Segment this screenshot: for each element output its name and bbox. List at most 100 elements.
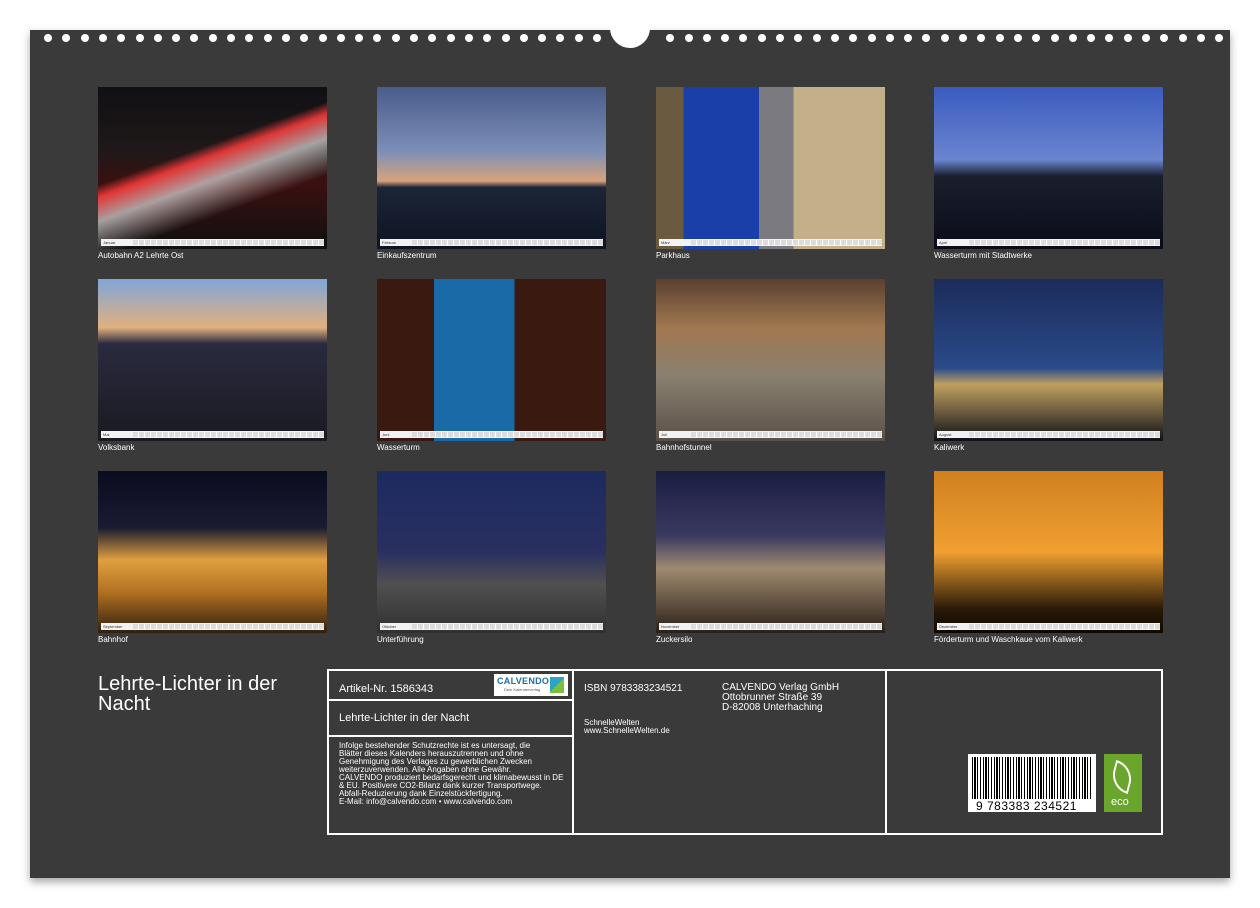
month-caption: Wasserturm — [377, 443, 420, 452]
month-caption: Kaliwerk — [934, 443, 965, 452]
binding-hole — [849, 34, 858, 42]
binding-hole — [1178, 34, 1187, 42]
binding-hole — [300, 34, 309, 42]
month-thumbnail: September — [98, 471, 327, 633]
eco-label: eco — [1111, 796, 1129, 808]
month-caption: Bahnhof — [98, 635, 128, 644]
logo-subtitle: Dein Kalenderverlag — [504, 687, 541, 692]
isbn: ISBN 9783383234521 — [584, 683, 683, 694]
binding-hole — [794, 34, 803, 42]
binding-hole — [208, 34, 217, 42]
strip-month: Februar — [382, 240, 397, 245]
month-thumbnail: Juni — [377, 279, 606, 441]
author-website: www.SchnelleWelten.de — [584, 726, 670, 735]
binding-hole — [1196, 34, 1205, 42]
info-title: Lehrte-Lichter in der Nacht — [339, 712, 470, 724]
month-thumbnail: Juli — [656, 279, 885, 441]
leaf-icon — [1108, 759, 1136, 795]
binding-hole — [538, 34, 547, 42]
strip-month: Juli — [661, 432, 668, 437]
month-thumbnail: Dezember — [934, 471, 1163, 633]
strip-month: März — [661, 240, 670, 245]
strip-month: Januar — [103, 240, 116, 245]
calendar-strip: März — [659, 239, 882, 246]
calendar-strip: Januar — [101, 239, 324, 246]
binding-hole — [44, 34, 52, 42]
strip-month: April — [939, 240, 948, 245]
binding-hole — [995, 34, 1004, 42]
calendar-strip: Dezember — [937, 623, 1160, 630]
binding-hole — [464, 34, 473, 42]
month-caption: Unterführung — [377, 635, 424, 644]
binding-hole — [355, 34, 364, 42]
month-caption: Zuckersilo — [656, 635, 693, 644]
binding-hole — [373, 34, 382, 42]
binding-hole — [885, 34, 894, 42]
calendar-strip: November — [659, 623, 882, 630]
binding-hole — [739, 34, 748, 42]
month-caption: Förderturm und Waschkaue vom Kaliwerk — [934, 635, 1083, 644]
binding-hole — [281, 34, 290, 42]
binding-hole — [1013, 34, 1022, 42]
strip-month: Oktober — [382, 624, 397, 629]
strip-month: Mai — [103, 432, 110, 437]
binding-hole — [1050, 34, 1059, 42]
month-caption: Einkaufszentrum — [377, 251, 437, 260]
binding-hole — [135, 34, 144, 42]
calendar-strip: Mai — [101, 431, 324, 438]
binding-hole — [977, 34, 986, 42]
binding-hole — [830, 34, 839, 42]
binding-hole — [702, 34, 711, 42]
binding-hole — [410, 34, 418, 42]
binding-hole — [1105, 34, 1114, 42]
calendar-title: Lehrte-Lichter in der Nacht — [98, 673, 277, 715]
binding-hole — [959, 34, 967, 42]
binding-hole — [867, 34, 876, 42]
legal-line: E-Mail: info@calvendo.com • www.calvendo… — [339, 797, 513, 806]
binding-hole — [1142, 34, 1150, 42]
binding-hole — [263, 34, 272, 42]
binding-hole — [245, 34, 254, 42]
logo-text: CALVENDO — [497, 676, 550, 686]
month-caption: Parkhaus — [656, 251, 690, 260]
calendar-strip: Februar — [380, 239, 603, 246]
binding-hole — [227, 34, 235, 42]
month-caption: Bahnhofstunnel — [656, 443, 712, 452]
binding-hole — [1123, 34, 1132, 42]
binding-hole — [446, 34, 455, 42]
calendar-strip: Oktober — [380, 623, 603, 630]
binding-hole — [318, 34, 327, 42]
month-thumbnail: Februar — [377, 87, 606, 249]
binding-hole — [501, 34, 510, 42]
binding-hole — [190, 34, 199, 42]
binding-hole — [80, 34, 89, 42]
isbn-barcode: 9 783383 234521 — [968, 754, 1096, 813]
binding-hole — [1160, 34, 1169, 42]
binding-hole — [922, 34, 931, 42]
binding-hole — [428, 34, 437, 42]
month-thumbnail: Mai — [98, 279, 327, 441]
binding-hole — [1087, 34, 1096, 42]
binding-hole — [684, 34, 693, 42]
month-thumbnail: November — [656, 471, 885, 633]
logo-mark-icon — [550, 677, 564, 693]
calvendo-logo: CALVENDO Dein Kalenderverlag — [494, 674, 568, 696]
binding-hole — [812, 34, 821, 42]
month-thumbnail: April — [934, 87, 1163, 249]
binding-hole — [117, 34, 126, 42]
strip-month: November — [661, 624, 680, 629]
calendar-strip: April — [937, 239, 1160, 246]
binding-hole — [1032, 34, 1041, 42]
binding-hole — [574, 34, 583, 42]
binding-hole — [593, 34, 601, 42]
binding-hole — [666, 34, 675, 42]
binding-hole — [1215, 34, 1224, 42]
strip-month: August — [939, 432, 952, 437]
binding-hole — [483, 34, 492, 42]
strip-month: Dezember — [939, 624, 958, 629]
month-caption: Volksbank — [98, 443, 135, 452]
month-thumbnail: August — [934, 279, 1163, 441]
publisher-city: D-82008 Unterhaching — [722, 702, 823, 713]
calendar-strip: September — [101, 623, 324, 630]
binding-hole — [721, 34, 730, 42]
